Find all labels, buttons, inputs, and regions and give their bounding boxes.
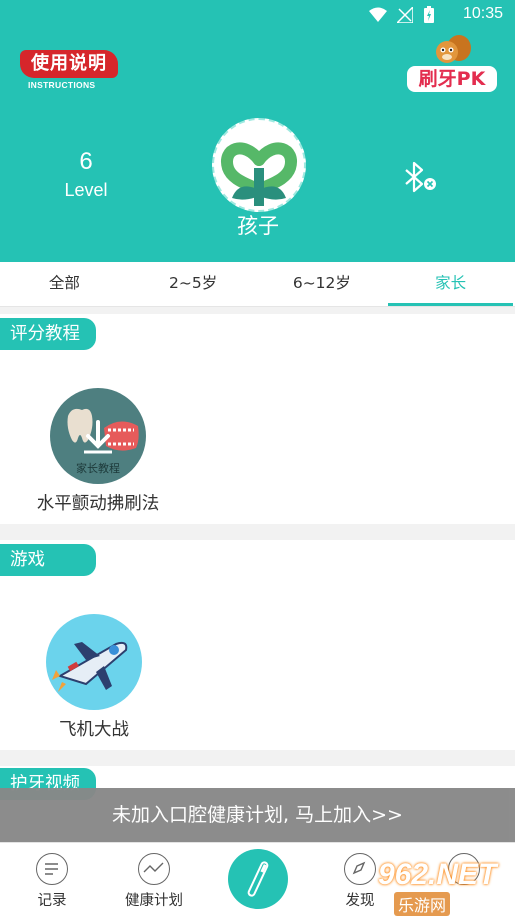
games-title: 游戏	[0, 544, 96, 576]
age-tabs: 全部 2~5岁 6~12岁 家长	[0, 262, 515, 307]
game-item[interactable]: 飞机大战	[44, 614, 144, 741]
level-label: Level	[64, 180, 108, 200]
tabbar-item-record[interactable]: 记录	[12, 853, 92, 910]
game-label: 飞机大战	[59, 720, 129, 740]
bluetooth-disconnected-icon[interactable]	[400, 160, 440, 196]
profile-avatar[interactable]	[212, 118, 306, 212]
tab-parent[interactable]: 家长	[386, 262, 515, 306]
tabbar-item-health-plan[interactable]: 健康计划	[114, 853, 194, 910]
tutorial-label: 水平颤动拂刷法	[36, 494, 160, 514]
tutorial-badge: 家长教程	[76, 462, 120, 475]
level-value: 6	[79, 148, 93, 175]
toothbrush-icon	[247, 861, 269, 897]
watermark-line2: 乐游网	[394, 892, 451, 916]
instructions-logo-sub: INSTRUCTIONS	[28, 80, 96, 90]
games-section: 游戏 飞机大战	[0, 540, 515, 750]
site-watermark: 962.NET 乐游网	[378, 858, 515, 916]
squirrel-icon	[436, 35, 471, 63]
brushing-pk-label: 刷牙PK	[407, 66, 497, 92]
battery-icon	[424, 6, 434, 23]
instructions-logo-main: 使用说明	[20, 50, 118, 78]
signal-icon	[397, 7, 413, 23]
list-icon	[36, 853, 68, 885]
tab-2-5[interactable]: 2~5岁	[129, 262, 258, 306]
tutorial-item[interactable]: 家长教程 水平颤动拂刷法	[30, 388, 166, 515]
join-health-plan-banner[interactable]: 未加入口腔健康计划, 马上加入>>	[0, 788, 515, 842]
status-bar: 10:35	[0, 0, 515, 30]
profile-header: 使用说明 INSTRUCTIONS 刷牙PK 6 Level 孩子	[0, 30, 515, 262]
tabbar-label-record: 记录	[37, 893, 67, 909]
chart-line-icon	[138, 853, 170, 885]
game-thumbnail	[46, 614, 142, 710]
wifi-icon	[369, 7, 387, 22]
status-time: 10:35	[462, 5, 503, 22]
watermark-line1: 962.NET	[378, 858, 497, 891]
airplane-icon	[52, 641, 128, 692]
tutorial-thumbnail: 家长教程	[50, 388, 146, 484]
tab-all[interactable]: 全部	[0, 262, 129, 306]
scoring-tutorial-title: 评分教程	[0, 318, 96, 350]
status-icons	[369, 6, 435, 24]
scoring-tutorial-section: 评分教程 家长教程 水平颤动拂刷法	[0, 314, 515, 524]
brushing-pk-logo[interactable]: 刷牙PK	[407, 34, 497, 92]
compass-icon	[344, 853, 376, 885]
instructions-logo[interactable]: 使用说明 INSTRUCTIONS	[20, 50, 118, 92]
sprout-heart-icon	[221, 142, 297, 206]
profile-name[interactable]: 孩子	[213, 210, 303, 240]
tab-6-12[interactable]: 6~12岁	[258, 262, 387, 306]
level-indicator: 6 Level	[56, 148, 116, 201]
toothbrush-button[interactable]	[228, 849, 288, 909]
tabbar-label-health-plan: 健康计划	[125, 893, 183, 909]
